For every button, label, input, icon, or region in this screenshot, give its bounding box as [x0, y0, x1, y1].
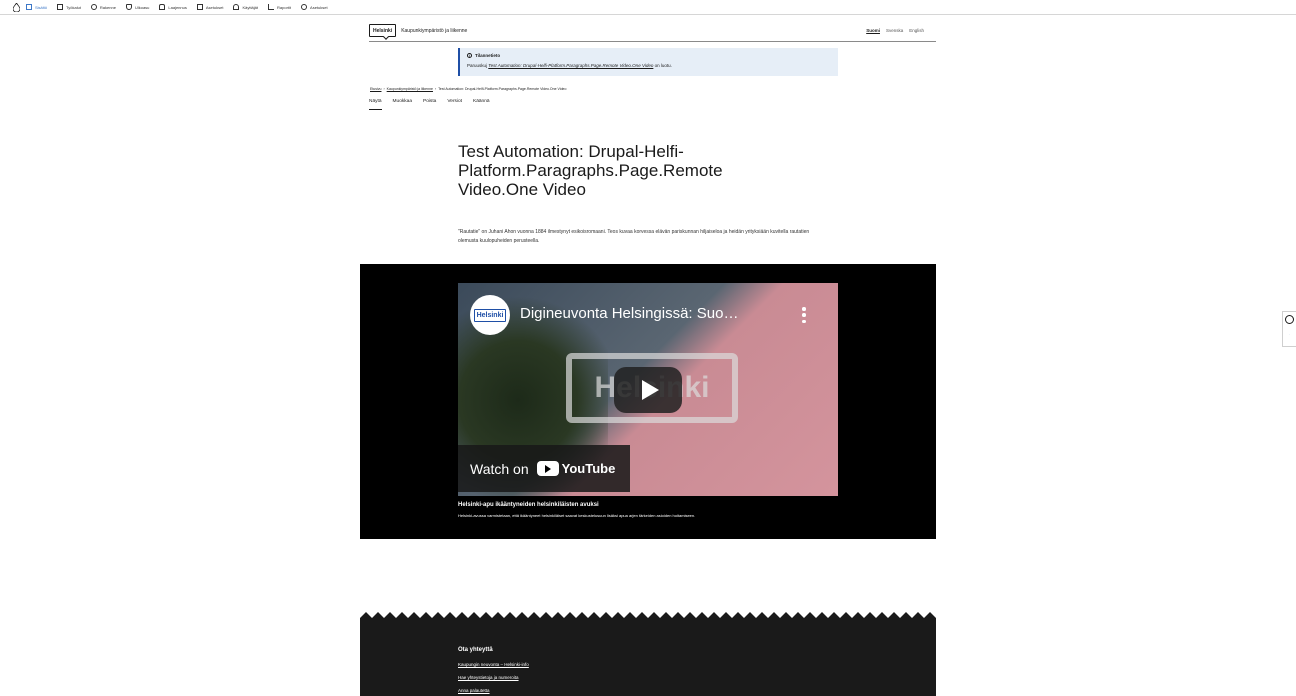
status-prefix: Paruuskuj [467, 63, 488, 68]
breadcrumb-separator: › [434, 87, 437, 91]
tab-edit[interactable]: Muokkaa [393, 99, 412, 110]
toolbar-label: Työkalut [66, 4, 81, 10]
channel-name: Helsinki [473, 308, 507, 322]
youtube-logo: YouTube [536, 461, 616, 476]
language-switcher: Suomi Svenska English [866, 28, 924, 33]
people-icon [233, 4, 240, 10]
footer-link-contacts[interactable]: Hae yhteystietoja ja numeroita [458, 675, 519, 680]
site-name[interactable]: Kaupunkiympäristö ja liikenne [401, 28, 467, 34]
toolbar-label: Ulkoasu [134, 4, 150, 10]
chat-icon [1285, 315, 1294, 324]
page-title: Test Automation: Drupal-Helfi-Platform.P… [458, 142, 723, 199]
footer-koro-edge [360, 612, 936, 626]
toolbar-label: Asetukset [205, 4, 224, 10]
helsinki-logo[interactable]: Helsinki [369, 24, 397, 37]
page-lead: "Rautatie" on Juhani Ahon vuonna 1884 il… [458, 229, 810, 244]
more-options-icon[interactable] [802, 307, 806, 323]
admin-toolbar: Sisältö Työkalut Rakenne Ulkoasu Laajenn… [0, 0, 1296, 15]
reports-icon [268, 4, 275, 10]
lang-sv[interactable]: Svenska [886, 28, 903, 33]
video-title[interactable]: Digineuvonta Helsingissä: Suo… [520, 305, 738, 322]
lang-en[interactable]: English [909, 28, 924, 33]
tab-translate[interactable]: Käännä [473, 99, 490, 110]
appearance-icon [125, 4, 132, 10]
tab-view[interactable]: Näytä [369, 99, 382, 110]
toolbar-item-config[interactable]: Asetukset [196, 4, 224, 10]
breadcrumb-section[interactable]: Kaupunkiympäristö ja liikenne [387, 87, 433, 91]
structure-icon [90, 4, 97, 10]
video-player[interactable]: Helsinki Helsinki Digineuvonta Helsingis… [458, 283, 838, 496]
toolbar-item-content[interactable]: Sisältö [26, 4, 47, 10]
breadcrumb: Etusivu › Kaupunkiympäristö ja liikenne … [370, 87, 566, 91]
toolbar-label: Käyttäjät [242, 4, 259, 10]
watch-on-label: Watch on [470, 460, 529, 477]
local-tasks: Näytä Muokkaa Poista Versiot Käännä [369, 99, 490, 110]
content-icon [26, 4, 32, 10]
toolbar-label: Sisältö [35, 4, 48, 10]
tools-icon [57, 4, 64, 10]
chat-widget[interactable]: · [1282, 311, 1296, 347]
breadcrumb-home[interactable]: Etusivu [370, 87, 381, 91]
channel-avatar[interactable]: Helsinki [470, 295, 510, 335]
status-title-row: i Tilannetieto [467, 53, 831, 58]
remote-video-section: Helsinki Helsinki Digineuvonta Helsingis… [360, 264, 936, 539]
toolbar-label: Raportit [277, 4, 292, 10]
drupal-drop-icon[interactable] [12, 2, 20, 12]
lang-fi[interactable]: Suomi [866, 28, 880, 33]
toolbar-item-people[interactable]: Käyttäjät [233, 4, 258, 10]
extend-icon [159, 4, 166, 10]
watch-on-youtube-button[interactable]: Watch on YouTube [458, 445, 630, 492]
status-suffix: on luotu. [654, 63, 672, 68]
toolbar-item-help[interactable]: Asetukset [301, 4, 328, 10]
status-message: i Tilannetieto Paruuskuj Test Automation… [458, 48, 838, 76]
toolbar-item-tools[interactable]: Työkalut [57, 4, 81, 10]
chat-widget-label: · [1289, 332, 1290, 336]
status-text: Paruuskuj Test Automation: Drupal-Helfi-… [467, 63, 831, 68]
play-button[interactable] [614, 367, 682, 413]
info-icon: i [467, 53, 472, 58]
footer: Ota yhteyttä Kaupungin neuvonta – Helsin… [360, 625, 936, 696]
help-icon [301, 4, 308, 10]
toolbar-item-reports[interactable]: Raportit [268, 4, 291, 10]
status-link[interactable]: Test Automation: Drupal-Helfi-Platform.P… [488, 63, 653, 68]
footer-heading: Ota yhteyttä [458, 647, 493, 653]
site-header: Helsinki Kaupunkiympäristö ja liikenne S… [369, 20, 936, 42]
toolbar-item-extend[interactable]: Laajennus [159, 4, 187, 10]
tab-delete[interactable]: Poista [423, 99, 436, 110]
toolbar-label: Rakenne [99, 4, 116, 10]
footer-link-helsinki-info[interactable]: Kaupungin neuvonta – Helsinki-info [458, 662, 529, 667]
breadcrumb-separator: › [383, 87, 385, 91]
tab-revisions[interactable]: Versiot [447, 99, 462, 110]
youtube-label: YouTube [561, 461, 616, 476]
status-title: Tilannetieto [475, 53, 501, 58]
toolbar-item-structure[interactable]: Rakenne [90, 4, 116, 10]
toolbar-item-appearance[interactable]: Ulkoasu [125, 4, 150, 10]
video-caption-title: Helsinki-apu ikääntyneiden helsinkiläist… [458, 502, 599, 508]
toolbar-label: Asetukset [310, 4, 328, 10]
footer-link-feedback[interactable]: Anna palautetta [458, 688, 490, 693]
breadcrumb-current: Test Automation: Drupal-Helfi-Platform.P… [438, 87, 567, 91]
config-icon [196, 4, 203, 10]
video-caption-desc: Helsinki-avussa varmistetaan, että ikään… [458, 513, 696, 518]
toolbar-label: Laajennus [168, 4, 187, 10]
youtube-icon [536, 461, 559, 476]
